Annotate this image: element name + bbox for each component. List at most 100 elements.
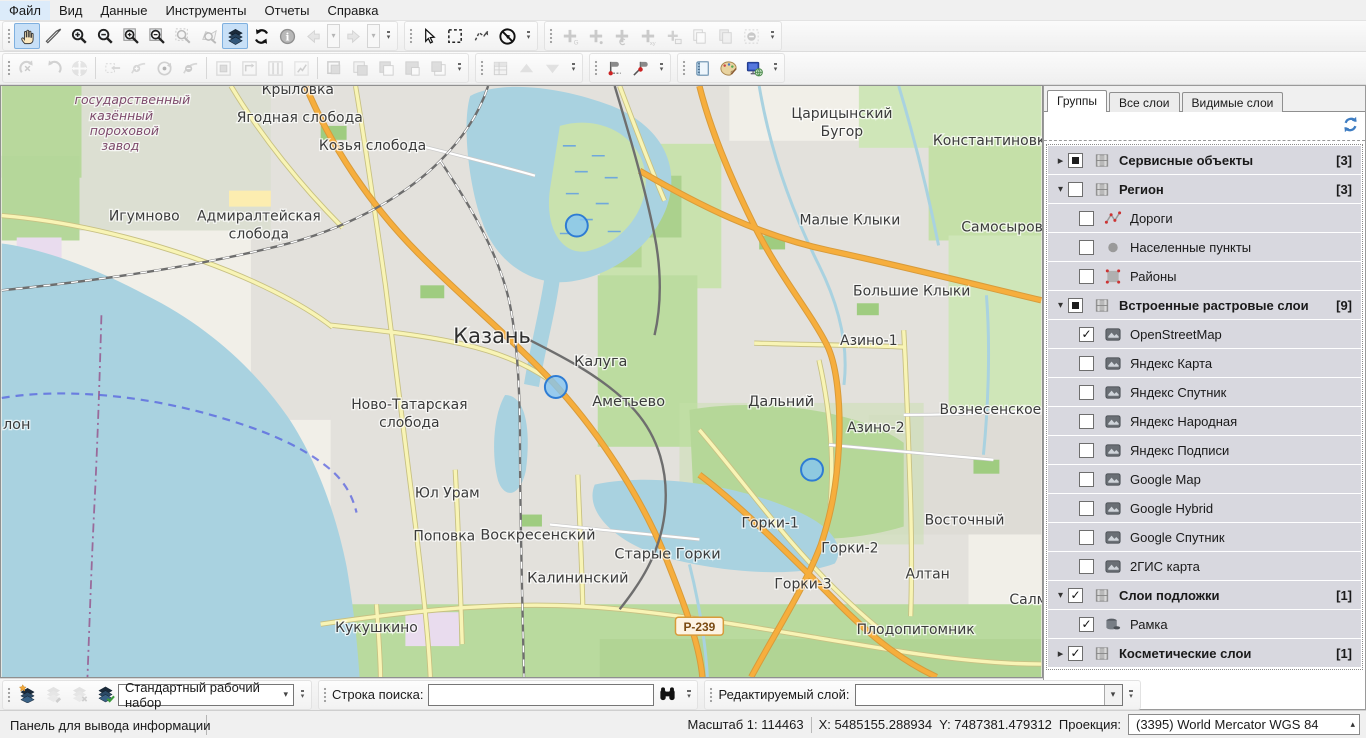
chevron-down-icon[interactable]: ▾ <box>1053 590 1068 601</box>
layer-checkbox[interactable] <box>1079 385 1094 400</box>
chevron-right-icon[interactable]: ▸ <box>1053 647 1068 660</box>
menu-item-2[interactable]: Вид <box>50 1 92 20</box>
layer-group-row[interactable]: ▸Сервисные объекты[3] <box>1048 146 1361 174</box>
zoom-window-in-tool[interactable] <box>118 23 144 49</box>
toolbar-grip[interactable] <box>479 59 484 77</box>
layer-row[interactable]: Яндекс Подписи <box>1048 436 1361 464</box>
refresh-map-button[interactable] <box>248 23 274 49</box>
chevron-down-icon[interactable]: ▾ <box>1053 300 1068 311</box>
layer-checkbox[interactable] <box>1068 182 1083 197</box>
find-button[interactable] <box>654 682 680 708</box>
layer-checkbox[interactable]: ✓ <box>1079 617 1094 632</box>
chevron-down-icon[interactable]: ▾ <box>1053 184 1068 195</box>
toolbar-overflow[interactable]: ▾ <box>656 63 667 73</box>
layer-group-row[interactable]: ▾✓Слои подложки[1] <box>1048 581 1361 609</box>
snap-end-button[interactable] <box>627 55 653 81</box>
snap-start-button[interactable] <box>601 55 627 81</box>
layers-visibility-toggle[interactable] <box>222 23 248 49</box>
layer-row[interactable]: Google Спутник <box>1048 523 1361 551</box>
refresh-layers-button[interactable] <box>1339 115 1361 137</box>
layer-row[interactable]: Google Map <box>1048 465 1361 493</box>
menu-item-1[interactable]: Файл <box>0 1 50 20</box>
editable-layer-select[interactable]: ▾ <box>855 684 1123 706</box>
select-tool[interactable] <box>416 23 442 49</box>
chevron-right-icon[interactable]: ▸ <box>1053 154 1068 167</box>
object-info-tool[interactable]: i <box>274 23 300 49</box>
layer-group-row[interactable]: ▾Регион[3] <box>1048 175 1361 203</box>
workspace-select[interactable]: Стандартный рабочий набор ▾ <box>118 684 294 706</box>
measure-tool[interactable] <box>40 23 66 49</box>
toolbar-overflow[interactable]: ▾ <box>1126 690 1137 700</box>
select-rectangle-tool[interactable] <box>442 23 468 49</box>
layer-row[interactable]: Яндекс Карта <box>1048 349 1361 377</box>
toolbar-grip[interactable] <box>681 59 686 77</box>
layer-row[interactable]: Яндекс Народная <box>1048 407 1361 435</box>
layer-checkbox[interactable] <box>1079 472 1094 487</box>
zoom-window-out-tool[interactable] <box>144 23 170 49</box>
map-point-marker[interactable] <box>545 376 567 398</box>
toolbar-overflow[interactable]: ▾ <box>297 690 308 700</box>
toolbar-overflow[interactable]: ▾ <box>683 690 694 700</box>
history-back-button-dropdown[interactable]: ▾ <box>327 24 340 48</box>
toolbar-grip[interactable] <box>6 27 11 45</box>
layer-checkbox[interactable] <box>1079 559 1094 574</box>
layer-row[interactable]: ✓Рамка <box>1048 610 1361 638</box>
notebook-button[interactable] <box>689 55 715 81</box>
layer-group-row[interactable]: ▾Встроенные растровые слои[9] <box>1048 291 1361 319</box>
pan-tool[interactable] <box>14 23 40 49</box>
tab-all-layers[interactable]: Все слои <box>1109 92 1180 112</box>
workspace-new-button[interactable] <box>14 682 40 708</box>
layer-checkbox[interactable] <box>1079 269 1094 284</box>
layer-checkbox[interactable] <box>1079 501 1094 516</box>
history-forward-button-dropdown[interactable]: ▾ <box>367 24 380 48</box>
projection-select[interactable]: (3395) World Mercator WGS 84 ▴ <box>1128 714 1360 735</box>
network-button[interactable] <box>741 55 767 81</box>
toolbar-overflow[interactable]: ▾ <box>568 63 579 73</box>
layer-checkbox[interactable] <box>1079 240 1094 255</box>
layer-checkbox[interactable]: ✓ <box>1068 588 1083 603</box>
toolbar-grip[interactable] <box>593 59 598 77</box>
tab-visible-layers[interactable]: Видимые слои <box>1182 92 1284 112</box>
select-polygon-tool[interactable] <box>468 23 494 49</box>
layer-row[interactable]: 2ГИС карта <box>1048 552 1361 580</box>
layer-group-row[interactable]: ▸✓Косметические слои[1] <box>1048 639 1361 667</box>
layer-filter-input[interactable] <box>1046 115 1339 137</box>
layer-row[interactable]: Яндекс Спутник <box>1048 378 1361 406</box>
layer-checkbox[interactable]: ✓ <box>1068 646 1083 661</box>
menu-item-6[interactable]: Справка <box>318 1 387 20</box>
layer-row[interactable]: Населенные пункты <box>1048 233 1361 261</box>
layer-checkbox[interactable] <box>1079 443 1094 458</box>
toolbar-overflow[interactable]: ▾ <box>454 63 465 73</box>
toolbar-overflow[interactable]: ▾ <box>770 63 781 73</box>
toolbar-overflow[interactable]: ▾ <box>383 31 394 41</box>
layer-checkbox[interactable] <box>1068 298 1083 313</box>
layer-checkbox[interactable] <box>1068 153 1083 168</box>
toolbar-grip[interactable] <box>6 59 11 77</box>
layer-row[interactable]: ✓OpenStreetMap <box>1048 320 1361 348</box>
layer-checkbox[interactable]: ✓ <box>1079 327 1094 342</box>
toolbar-overflow[interactable]: ▾ <box>523 31 534 41</box>
menu-item-3[interactable]: Данные <box>92 1 157 20</box>
zoom-in-tool[interactable] <box>66 23 92 49</box>
layer-checkbox[interactable] <box>1079 414 1094 429</box>
tab-groups[interactable]: Группы <box>1047 90 1107 112</box>
workspace-save-button[interactable] <box>92 682 118 708</box>
toolbar-grip[interactable] <box>548 27 553 45</box>
map-canvas[interactable]: Р-239 государственныйказённыйпороховойза… <box>0 85 1043 678</box>
map-point-marker[interactable] <box>566 215 588 237</box>
zoom-out-tool[interactable] <box>92 23 118 49</box>
clear-selection-button[interactable] <box>494 23 520 49</box>
search-input[interactable] <box>428 684 654 706</box>
menu-item-4[interactable]: Инструменты <box>156 1 255 20</box>
menu-item-5[interactable]: Отчеты <box>256 1 319 20</box>
layer-checkbox[interactable] <box>1079 530 1094 545</box>
map-point-marker[interactable] <box>801 459 823 481</box>
toolbar-grip[interactable] <box>408 27 413 45</box>
toolbar-overflow[interactable]: ▾ <box>767 31 778 41</box>
layer-row[interactable]: Районы <box>1048 262 1361 290</box>
layer-checkbox[interactable] <box>1079 356 1094 371</box>
layer-row[interactable]: Дороги <box>1048 204 1361 232</box>
layer-checkbox[interactable] <box>1079 211 1094 226</box>
style-palette-button[interactable] <box>715 55 741 81</box>
layer-row[interactable]: Google Hybrid <box>1048 494 1361 522</box>
